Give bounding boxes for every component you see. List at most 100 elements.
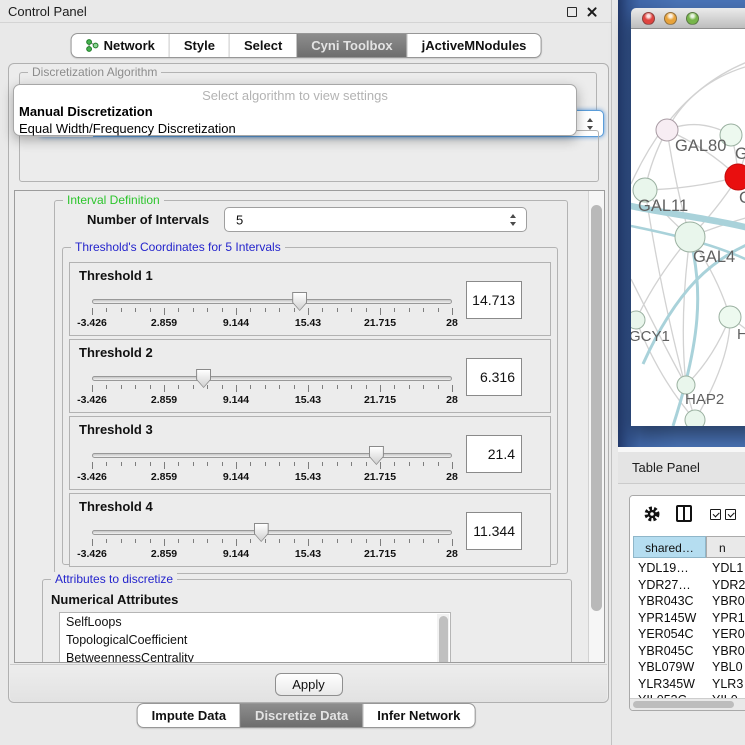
- table-row-cell[interactable]: YER054C: [638, 626, 694, 642]
- slider-tick: [250, 308, 251, 312]
- slider-tick: [279, 462, 280, 466]
- attribute-list-item[interactable]: BetweennessCentrality: [60, 649, 450, 663]
- tab-label: Cyni Toolbox: [311, 38, 392, 53]
- tab-network[interactable]: Network: [72, 34, 169, 57]
- tab-style[interactable]: Style: [169, 34, 229, 57]
- slider-tick-label: 2.859: [151, 317, 177, 329]
- slider-tick: [236, 385, 237, 392]
- slider-tick: [308, 539, 309, 546]
- table-row-cell[interactable]: YPR1: [712, 610, 745, 626]
- apply-button[interactable]: Apply: [275, 673, 343, 696]
- split-view-icon[interactable]: [676, 505, 692, 522]
- table-row-cell[interactable]: YBL0: [712, 659, 743, 675]
- table-row-cell[interactable]: YER0: [712, 626, 745, 642]
- tab-discretize-data[interactable]: Discretize Data: [240, 704, 362, 727]
- threshold-slider-track[interactable]: [92, 530, 452, 535]
- attribute-list-item[interactable]: TopologicalCoefficient: [60, 631, 450, 649]
- table-row-cell[interactable]: YBL079W: [638, 659, 694, 675]
- close-icon[interactable]: [586, 6, 598, 18]
- table-row-cell[interactable]: YBR0: [712, 593, 745, 609]
- scrollbar-thumb[interactable]: [439, 616, 448, 663]
- attribute-list-item[interactable]: SelfLoops: [60, 613, 450, 631]
- slider-tick: [438, 462, 439, 466]
- slider-tick: [178, 539, 179, 543]
- settings-scroll-panel: Interval Definition Number of Intervals …: [14, 190, 605, 663]
- network-node[interactable]: [719, 306, 741, 328]
- slider-tick: [279, 385, 280, 389]
- slider-tick: [164, 308, 165, 315]
- table-panel-title: Table Panel: [632, 460, 700, 475]
- horizontal-scrollbar[interactable]: [630, 698, 745, 710]
- network-edge[interactable]: [631, 57, 745, 184]
- threshold-value-field[interactable]: 11.344: [466, 512, 522, 550]
- threshold-slider-track[interactable]: [92, 299, 452, 304]
- slider-ticks: [92, 385, 452, 393]
- table-row-cell[interactable]: YDL19…: [638, 560, 689, 576]
- slider-tick: [193, 385, 194, 389]
- network-tab-icon: [86, 38, 99, 53]
- numerical-attributes-list[interactable]: SelfLoopsTopologicalCoefficientBetweenne…: [59, 612, 451, 663]
- tab-cyni-toolbox[interactable]: Cyni Toolbox: [296, 34, 406, 57]
- threshold-value-field[interactable]: 14.713: [466, 281, 522, 319]
- slider-tick: [438, 539, 439, 543]
- column-header-shared-name[interactable]: shared…: [633, 536, 706, 558]
- table-row-cell[interactable]: YBR045C: [638, 643, 694, 659]
- table-row-cell[interactable]: YBR043C: [638, 593, 694, 609]
- slider-tick: [351, 385, 352, 389]
- threshold-value-field[interactable]: 6.316: [466, 358, 522, 396]
- slider-tick-label: -3.426: [77, 548, 107, 560]
- dropdown-item-manual-discretization[interactable]: Manual Discretization: [19, 104, 153, 119]
- network-edge[interactable]: [667, 67, 745, 130]
- table-row-cell[interactable]: YBR0: [712, 643, 745, 659]
- slider-tick-labels: -3.4262.8599.14415.4321.71528: [92, 394, 452, 407]
- tab-select[interactable]: Select: [229, 34, 296, 57]
- threshold-slider-track[interactable]: [92, 376, 452, 381]
- table-row-cell[interactable]: YLR3: [712, 676, 743, 692]
- threshold-panel-1: Threshold 1-3.4262.8599.14415.4321.71528…: [69, 262, 551, 336]
- tab-impute-data[interactable]: Impute Data: [138, 704, 240, 727]
- slider-tick-label: 9.144: [223, 394, 249, 406]
- network-node[interactable]: [631, 311, 645, 329]
- algorithm-dropdown-popup: Select algorithm to view settings Manual…: [13, 84, 577, 136]
- checkbox-icon[interactable]: [725, 509, 736, 520]
- network-node-label: GAL80: [675, 137, 726, 155]
- slider-tick: [164, 462, 165, 469]
- slider-tick-label: 21.715: [364, 471, 396, 483]
- threshold-value-field[interactable]: 21.4: [466, 435, 522, 473]
- slider-tick: [409, 539, 410, 543]
- tab-label: Discretize Data: [255, 708, 348, 723]
- slider-tick: [380, 308, 381, 315]
- vertical-scrollbar[interactable]: [588, 191, 604, 662]
- scrollbar-thumb[interactable]: [591, 205, 602, 611]
- table-row-cell[interactable]: YPR145W: [638, 610, 696, 626]
- zoom-traffic-light-icon[interactable]: [686, 12, 699, 25]
- table-row-cell[interactable]: YDR27…: [638, 577, 691, 593]
- dropdown-item-equal-width-frequency-discretization[interactable]: Equal Width/Frequency Discretization: [19, 121, 236, 136]
- tab-infer-network[interactable]: Infer Network: [362, 704, 474, 727]
- table-row-cell[interactable]: YDR2: [712, 577, 745, 593]
- checkbox-icon[interactable]: [710, 509, 721, 520]
- network-window-titlebar[interactable]: [631, 8, 745, 29]
- tab-jactivemnodules[interactable]: jActiveMNodules: [407, 34, 541, 57]
- node-table-container: shared…nYDL19…YDL1YDR27…YDR2YBR043CYBR0Y…: [629, 495, 745, 711]
- scrollbar-thumb[interactable]: [633, 701, 734, 708]
- network-node-label: GAL11: [638, 197, 688, 215]
- table-row-cell[interactable]: YDL1: [712, 560, 743, 576]
- number-of-intervals-select[interactable]: 5: [224, 207, 527, 232]
- tab-label: Network: [104, 38, 155, 53]
- slider-tick-label: 15.43: [295, 317, 321, 329]
- network-canvas[interactable]: GAL80GACGAL11GAL4GCY1HHAP2: [631, 29, 745, 426]
- column-header-name[interactable]: n: [706, 536, 745, 558]
- float-panel-icon[interactable]: [567, 7, 577, 17]
- gear-icon[interactable]: [643, 505, 661, 523]
- threshold-label: Threshold 1: [79, 268, 153, 283]
- slider-tick: [106, 308, 107, 312]
- minimize-traffic-light-icon[interactable]: [664, 12, 677, 25]
- network-node[interactable]: [685, 410, 705, 426]
- close-traffic-light-icon[interactable]: [642, 12, 655, 25]
- table-row-cell[interactable]: YLR345W: [638, 676, 695, 692]
- list-scrollbar[interactable]: [437, 614, 449, 663]
- threshold-slider-track[interactable]: [92, 453, 452, 458]
- slider-tick: [351, 462, 352, 466]
- network-edge[interactable]: [645, 177, 738, 190]
